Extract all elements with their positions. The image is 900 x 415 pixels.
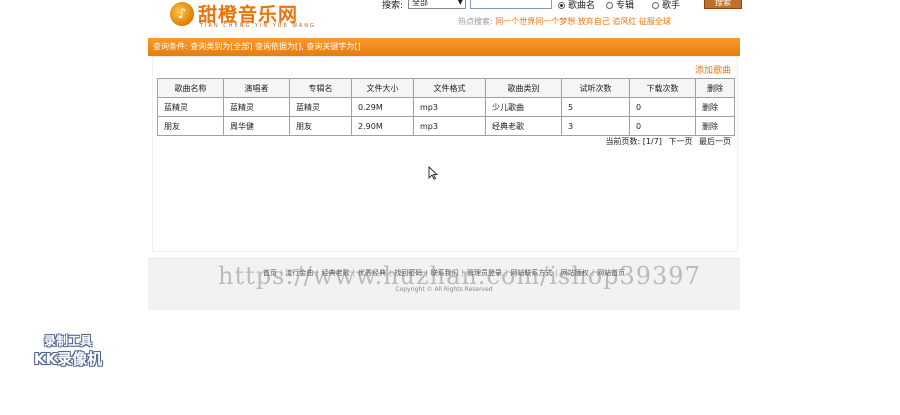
chevron-down-icon: ▼ <box>457 0 463 6</box>
page: ♪ 甜橙音乐网 TIAN CHENG YIN YUE WANG 搜索: 全部 ▼… <box>148 0 742 415</box>
pagination: 当前页数: [1/7] 下一页 最后一页 <box>602 136 731 147</box>
search-label: 搜索: <box>382 1 404 11</box>
radio-album[interactable]: 专辑 <box>606 0 634 11</box>
cell-download-count: 0 <box>629 116 696 136</box>
cell-download-count: 0 <box>629 97 696 117</box>
hot-search: 热点搜索: 同一个世界同一个梦想 放弃自己 追风红 征服全球 <box>458 16 671 27</box>
recorder-line-1: 录制工具 <box>43 334 92 348</box>
recorder-line-2: KK录像机 <box>33 350 103 368</box>
cell-category: 经典老歌 <box>485 116 562 136</box>
cell-file-size: 2.90M <box>351 116 414 136</box>
search-bar: 搜索: 全部 ▼ 歌曲名 专辑 歌手 搜索 <box>382 0 742 12</box>
col-song-name: 歌曲名称 <box>157 78 224 98</box>
page-indicator: 当前页数: [1/7] <box>605 137 662 146</box>
cell-singer: 周华健 <box>223 116 290 136</box>
site-header: ♪ 甜橙音乐网 TIAN CHENG YIN YUE WANG 搜索: 全部 ▼… <box>148 0 742 38</box>
col-singer: 演唱者 <box>223 78 290 98</box>
radio-selected-icon <box>558 2 565 9</box>
search-input[interactable] <box>470 0 552 9</box>
cell-file-format: mp3 <box>413 97 486 117</box>
table-row: 蓝精灵 蓝精灵 蓝精灵 0.29M mp3 少儿歌曲 5 0 删除 <box>157 97 735 117</box>
cell-singer: 蓝精灵 <box>223 97 290 117</box>
logo-subtitle: TIAN CHENG YIN YUE WANG <box>200 23 316 29</box>
mouse-cursor-icon <box>428 166 438 180</box>
song-list-panel: 添加歌曲 歌曲名称 演唱者 专辑名 文件大小 文件格式 歌曲类别 试听次数 下载… <box>152 56 738 252</box>
radio-unselected-icon <box>652 2 659 9</box>
cell-listen-count: 5 <box>561 97 630 117</box>
logo-note-icon: ♪ <box>170 2 194 26</box>
add-song-link[interactable]: 添加歌曲 <box>695 63 731 76</box>
cell-listen-count: 3 <box>561 116 630 136</box>
cell-album: 蓝精灵 <box>289 97 352 117</box>
search-button[interactable]: 搜索 <box>704 0 742 9</box>
col-delete: 删除 <box>695 78 735 98</box>
next-page-link[interactable]: 下一页 <box>668 137 692 146</box>
radio-singer[interactable]: 歌手 <box>652 0 680 11</box>
recorder-badge: 录制工具 KK录像机 <box>22 332 114 369</box>
table-header-row: 歌曲名称 演唱者 专辑名 文件大小 文件格式 歌曲类别 试听次数 下载次数 删除 <box>157 78 735 98</box>
col-file-format: 文件格式 <box>413 78 486 98</box>
radio-unselected-icon <box>606 2 613 9</box>
query-condition-bar: 查询条件: 查询类别为[全部] 查询依据为[], 查询关键字为[] <box>148 38 740 56</box>
cell-file-size: 0.29M <box>351 97 414 117</box>
col-download-count: 下载次数 <box>629 78 696 98</box>
hot-search-links[interactable]: 同一个世界同一个梦想 放弃自己 追风红 征服全球 <box>495 17 671 26</box>
col-listen-count: 试听次数 <box>561 78 630 98</box>
delete-link[interactable]: 删除 <box>695 97 735 117</box>
radio-song-name[interactable]: 歌曲名 <box>558 0 595 11</box>
col-category: 歌曲类别 <box>485 78 562 98</box>
delete-link[interactable]: 删除 <box>695 116 735 136</box>
col-file-size: 文件大小 <box>351 78 414 98</box>
cell-song-name: 蓝精灵 <box>157 97 224 117</box>
search-category-value: 全部 <box>412 0 428 7</box>
site-logo[interactable]: ♪ 甜橙音乐网 TIAN CHENG YIN YUE WANG <box>168 0 318 30</box>
cell-file-format: mp3 <box>413 116 486 136</box>
watermark: https://www.huzhan.com/ishop39397 <box>218 262 701 290</box>
col-album: 专辑名 <box>289 78 352 98</box>
song-table: 歌曲名称 演唱者 专辑名 文件大小 文件格式 歌曲类别 试听次数 下载次数 删除… <box>157 78 735 136</box>
last-page-link[interactable]: 最后一页 <box>699 137 731 146</box>
cell-category: 少儿歌曲 <box>485 97 562 117</box>
cell-song-name: 朋友 <box>157 116 224 136</box>
cell-album: 朋友 <box>289 116 352 136</box>
table-row: 朋友 周华健 朋友 2.90M mp3 经典老歌 3 0 删除 <box>157 116 735 136</box>
search-category-select[interactable]: 全部 ▼ <box>408 0 466 9</box>
hot-search-label: 热点搜索: <box>458 17 493 26</box>
